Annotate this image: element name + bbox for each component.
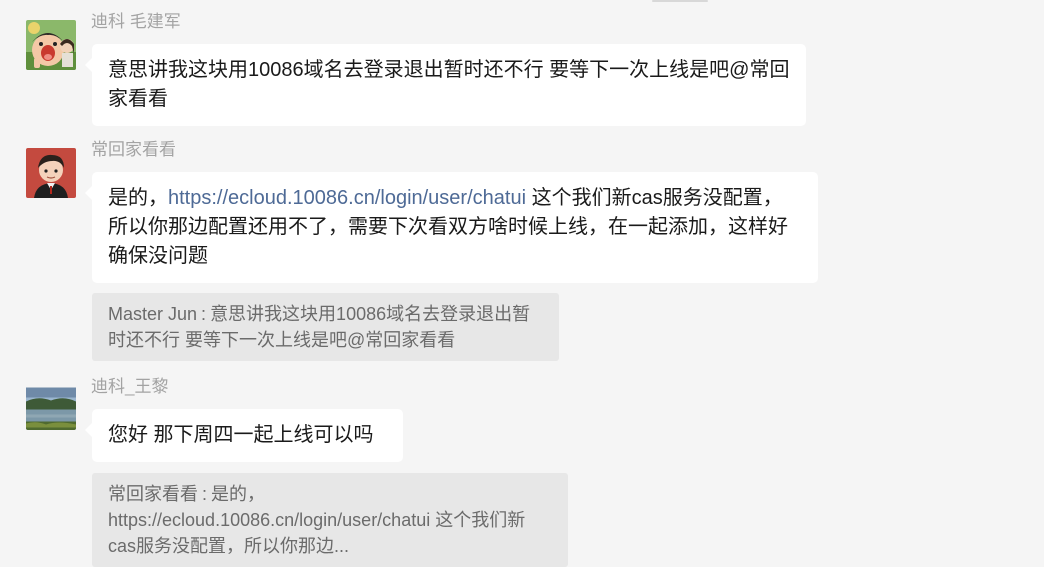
quoted-message[interactable]: 常回家看看: 是的，https://ecloud.10086.cn/login/u… [92, 473, 568, 567]
message-text-prefix: 是的， [108, 187, 168, 209]
sender-name: 迪科_王黎 [91, 377, 169, 396]
cartoon-boy-avatar-icon[interactable] [26, 20, 76, 70]
message-bubble[interactable]: 意思讲我这块用10086域名去登录退出暂时还不行 要等下一次上线是吧@常回家看看 [85, 44, 806, 126]
message-link[interactable]: https://ecloud.10086.cn/login/user/chatu… [168, 187, 526, 209]
message-text: 意思讲我这块用10086域名去登录退出暂时还不行 要等下一次上线是吧@常回家看看 [108, 59, 790, 110]
quote-author: Master Jun [108, 304, 198, 324]
message-text: 您好 那下周四一起上线可以吗 [108, 424, 374, 446]
sender-name: 迪科 毛建军 [91, 12, 181, 31]
message-bubble[interactable]: 您好 那下周四一起上线可以吗 [85, 409, 403, 462]
quote-separator: : [201, 304, 207, 324]
quote-separator: : [202, 484, 208, 504]
landscape-photo-avatar-icon[interactable] [26, 385, 76, 430]
quote-author: 常回家看看 [108, 484, 198, 504]
cartoon-man-avatar-icon[interactable] [26, 148, 76, 198]
sender-name: 常回家看看 [91, 140, 176, 159]
quoted-message[interactable]: Master Jun: 意思讲我这块用10086域名去登录退出暂时还不行 要等下一… [92, 293, 559, 361]
message-bubble[interactable]: 是的，https://ecloud.10086.cn/login/user/ch… [85, 172, 818, 283]
scroll-indicator [652, 0, 708, 2]
